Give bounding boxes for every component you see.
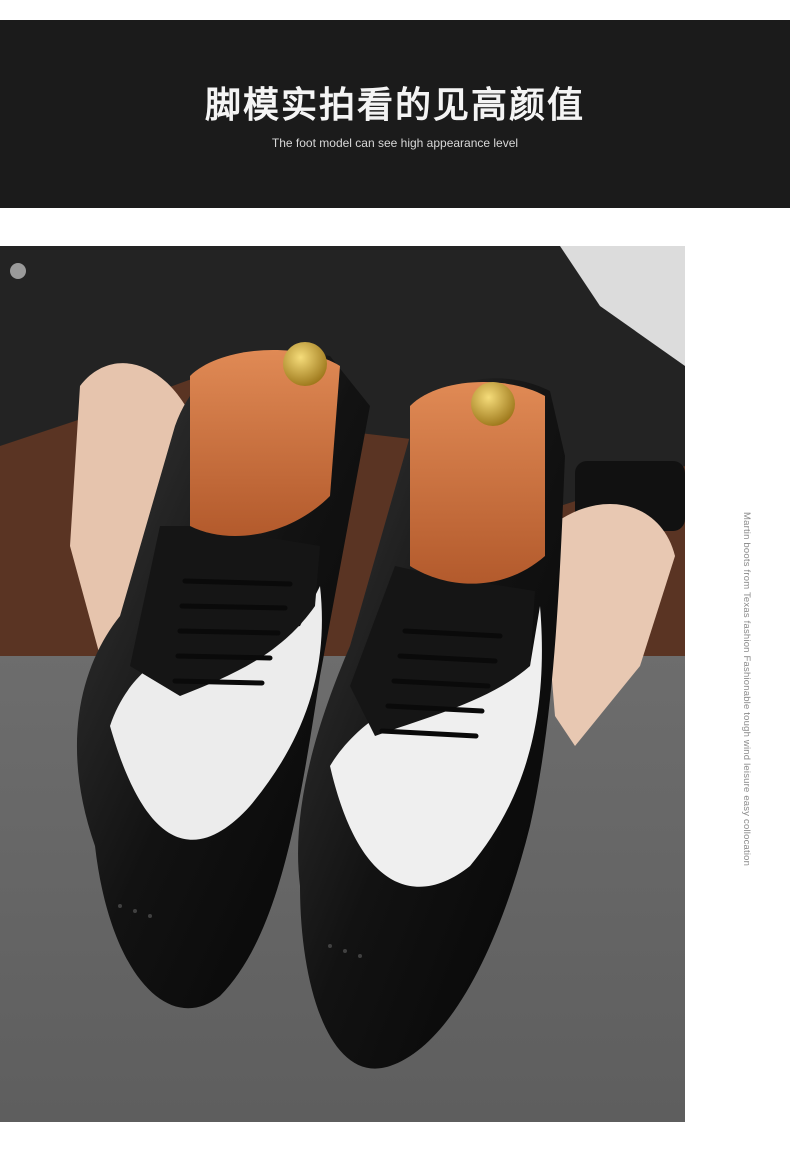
page-title: 脚模实拍看的见高颜值	[204, 85, 585, 126]
suit-button	[10, 263, 26, 279]
page-subtitle: The foot model can see high appearance l…	[271, 136, 519, 150]
product-photo	[0, 246, 685, 1122]
side-caption: Martin boots from Texas fashion Fashiona…	[741, 512, 752, 867]
